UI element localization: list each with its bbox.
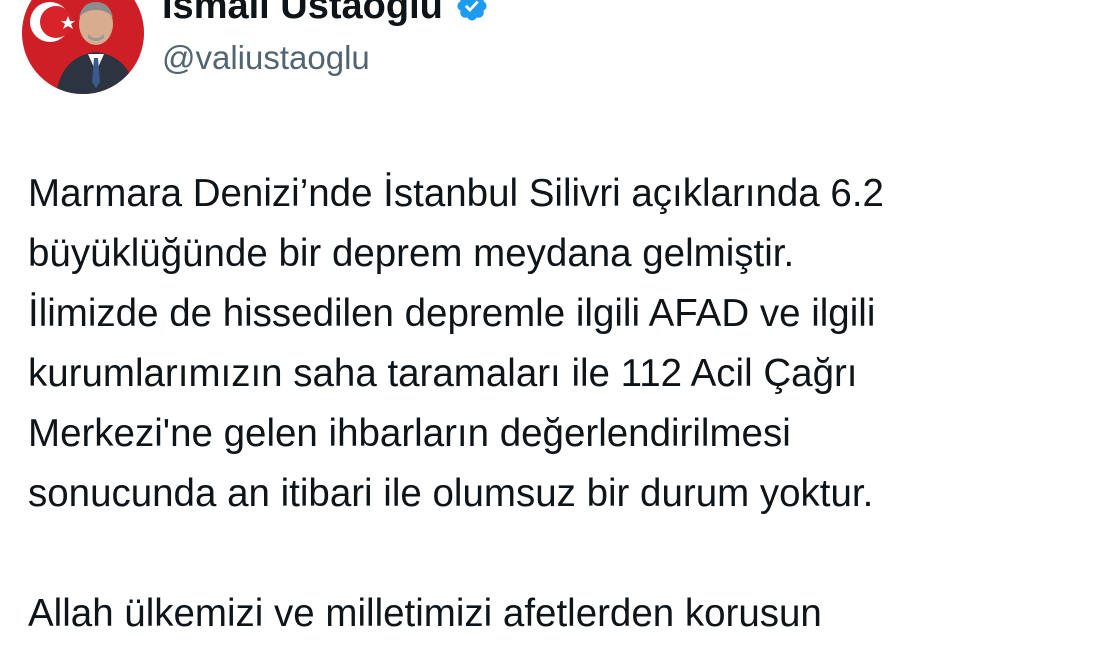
author-handle[interactable]: @valiustaoglu (162, 38, 370, 78)
tweet-card: İsmail Ustaoğlu @valiustaoglu Marmara De… (0, 0, 1100, 650)
author-name-row: İsmail Ustaoğlu (162, 0, 489, 28)
tweet-line: Merkezi'ne gelen ihbarların değerlendiri… (28, 412, 791, 455)
avatar-photo-icon (22, 0, 144, 94)
tweet-line: Allah ülkemizi ve milletimizi afetlerden… (28, 592, 822, 635)
tweet-line: Marmara Denizi’nde İstanbul Silivri açık… (28, 172, 884, 215)
tweet-line: sonucunda an itibari ile olumsuz bir dur… (28, 472, 874, 515)
tweet-body: Marmara Denizi’nde İstanbul Silivri açık… (28, 164, 1088, 644)
tweet-line: kurumlarımızın saha taramaları ile 112 A… (28, 352, 858, 395)
author-display-name[interactable]: İsmail Ustaoğlu (162, 0, 443, 28)
tweet-line: büyüklüğünde bir deprem meydana gelmişti… (28, 232, 795, 275)
tweet-line: İlimizde de hissedilen depremle ilgili A… (28, 292, 876, 335)
verified-badge-icon (455, 0, 489, 23)
author-avatar[interactable] (22, 0, 144, 94)
